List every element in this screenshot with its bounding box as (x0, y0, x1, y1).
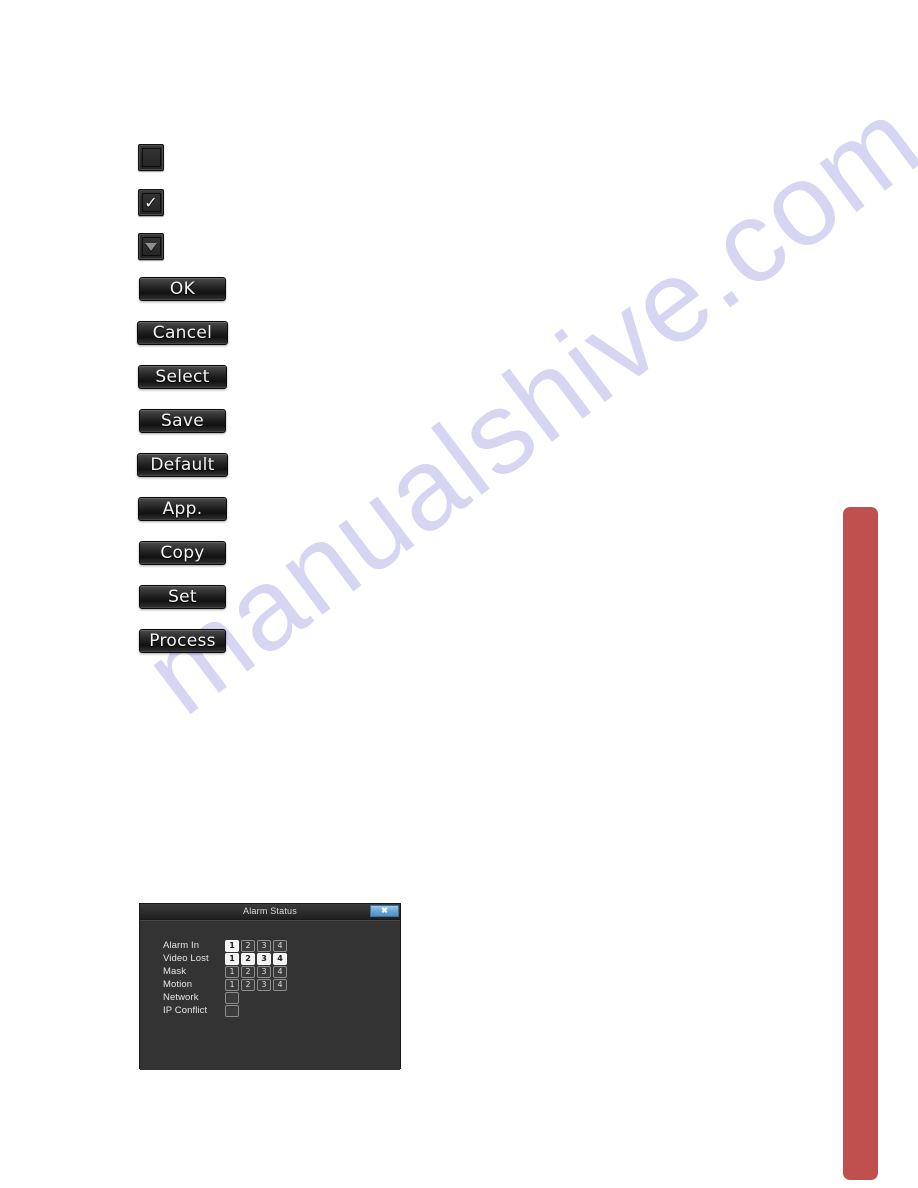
select-button[interactable]: Select (138, 365, 227, 389)
channel-indicator[interactable]: 3 (257, 965, 271, 978)
status-indicator[interactable] (225, 1004, 239, 1017)
channel-group: 1 2 3 4 (225, 965, 289, 978)
save-button[interactable]: Save (139, 409, 226, 433)
cancel-button[interactable]: Cancel (137, 321, 228, 345)
row-label: Network (163, 991, 199, 1003)
dialog-titlebar: Alarm Status ✖ (140, 904, 400, 920)
app-button[interactable]: App. (138, 497, 227, 521)
dialog-title: Alarm Status (243, 906, 297, 916)
dropdown-control[interactable] (138, 233, 164, 260)
triangle-down-glyph (145, 242, 157, 251)
channel-indicator[interactable]: 2 (241, 952, 255, 965)
channel-indicator[interactable]: 2 (241, 939, 255, 952)
alarm-row-network: Network (163, 991, 239, 1004)
alarm-row-ip-conflict: IP Conflict (163, 1004, 239, 1017)
channel-indicator[interactable]: 4 (273, 939, 287, 952)
channel-indicator[interactable]: 2 (241, 978, 255, 991)
ok-button[interactable]: OK (139, 277, 226, 301)
chevron-down-icon (141, 237, 161, 256)
channel-indicator[interactable]: 3 (257, 952, 271, 965)
default-button[interactable]: Default (137, 453, 228, 477)
checkbox-unchecked[interactable] (138, 144, 164, 171)
row-label: Alarm In (163, 939, 200, 951)
alarm-row-alarm-in: Alarm In 1 2 3 4 (163, 939, 289, 952)
channel-group: 1 2 3 4 (225, 952, 289, 965)
check-mark-glyph: ✓ (144, 192, 158, 212)
alarm-row-mask: Mask 1 2 3 4 (163, 965, 289, 978)
process-button[interactable]: Process (139, 629, 226, 653)
empty-checkbox-icon (141, 148, 161, 167)
channel-indicator[interactable]: 1 (225, 939, 239, 952)
channel-indicator[interactable]: 4 (273, 978, 287, 991)
checked-checkbox-icon: ✓ (141, 192, 161, 212)
set-button[interactable]: Set (139, 585, 226, 609)
close-icon[interactable]: ✖ (370, 905, 399, 917)
row-label: IP Conflict (163, 1004, 208, 1016)
channel-indicator[interactable]: 4 (273, 952, 287, 965)
channel-group: 1 2 3 4 (225, 939, 289, 952)
watermark-text: manualshive.com (120, 73, 918, 739)
checkbox-checked[interactable]: ✓ (138, 189, 164, 216)
channel-indicator[interactable]: 1 (225, 952, 239, 965)
row-label: Video Lost (163, 952, 209, 964)
status-indicator[interactable] (225, 991, 239, 1004)
dialog-body: Alarm In 1 2 3 4 Video Lost 1 2 3 4 Mask… (140, 920, 400, 1070)
row-label: Mask (163, 965, 187, 977)
side-tab-marker (843, 507, 878, 1180)
alarm-status-dialog: Alarm Status ✖ Alarm In 1 2 3 4 Video Lo… (139, 903, 401, 1070)
channel-indicator[interactable]: 3 (257, 939, 271, 952)
channel-group: 1 2 3 4 (225, 978, 289, 991)
channel-indicator[interactable]: 1 (225, 965, 239, 978)
channel-indicator[interactable]: 2 (241, 965, 255, 978)
channel-indicator[interactable]: 3 (257, 978, 271, 991)
copy-button[interactable]: Copy (139, 541, 226, 565)
channel-indicator[interactable]: 1 (225, 978, 239, 991)
channel-indicator[interactable]: 4 (273, 965, 287, 978)
page-watermark: manualshive.com (0, 0, 918, 1188)
alarm-row-motion: Motion 1 2 3 4 (163, 978, 289, 991)
alarm-row-video-lost: Video Lost 1 2 3 4 (163, 952, 289, 965)
row-label: Motion (163, 978, 193, 990)
